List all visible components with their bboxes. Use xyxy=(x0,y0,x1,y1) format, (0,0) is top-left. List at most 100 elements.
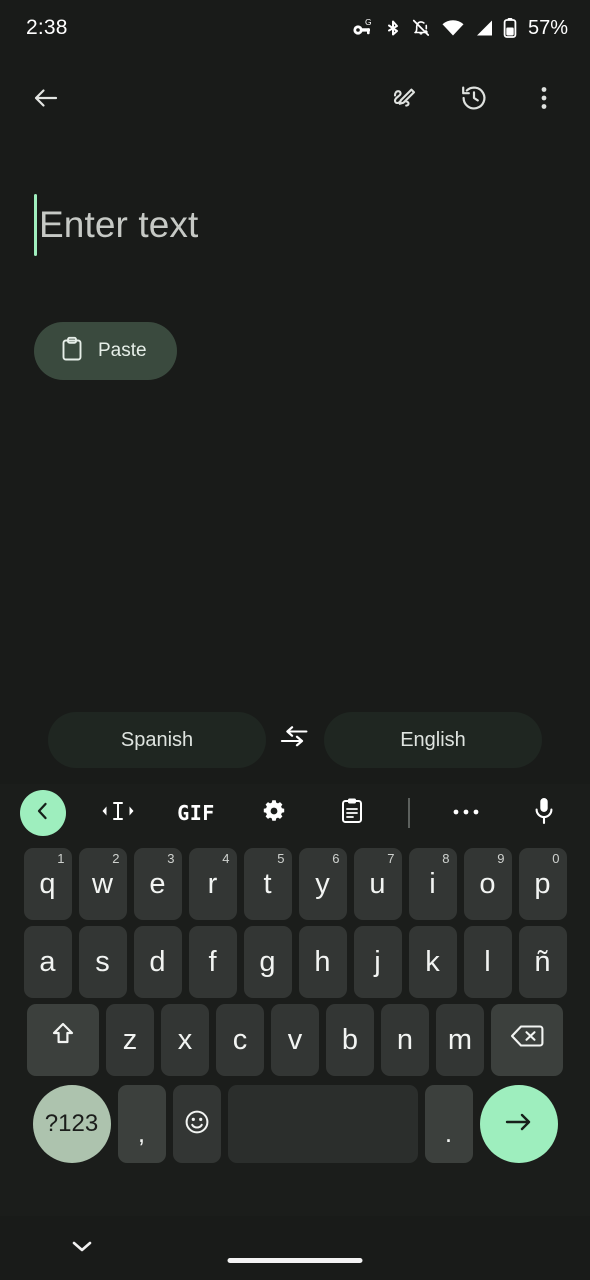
overflow-menu-button[interactable] xyxy=(520,74,568,122)
vpn-key-icon: G xyxy=(352,18,376,38)
home-indicator[interactable] xyxy=(227,1258,363,1263)
clipboard-icon xyxy=(339,797,365,830)
cellular-signal-icon xyxy=(474,18,494,38)
text-input-area[interactable]: Enter text xyxy=(34,190,554,260)
key-r[interactable]: 4r xyxy=(188,848,237,920)
svg-text:G: G xyxy=(365,18,372,27)
key-enye[interactable]: ñ xyxy=(518,926,567,998)
key-i[interactable]: 8i xyxy=(408,848,457,920)
voice-input-button[interactable] xyxy=(518,787,570,839)
text-input-placeholder: Enter text xyxy=(39,204,199,245)
more-tools-button[interactable] xyxy=(440,787,492,839)
keyboard: GIF 1 q 2 w 3 e 4 r 5 t 6 y 7 u 8 i 9 o … xyxy=(0,784,590,1216)
keyboard-row-3: z x c v b n m xyxy=(0,1004,590,1076)
shift-arrow-icon xyxy=(48,1020,78,1060)
key-o[interactable]: 9o xyxy=(463,848,512,920)
symbols-key[interactable]: ?123 xyxy=(32,1085,111,1163)
battery-icon xyxy=(503,17,517,39)
status-bar: 2:38 G 57% xyxy=(0,0,590,56)
text-cursor-icon xyxy=(101,798,135,829)
handwriting-button[interactable] xyxy=(380,74,428,122)
key-label: w xyxy=(92,867,113,900)
key-label: r xyxy=(207,867,218,900)
status-icons: G 57% xyxy=(352,17,568,40)
hide-keyboard-button[interactable] xyxy=(68,1234,96,1262)
shift-key[interactable] xyxy=(27,1004,99,1076)
key-hint: 6 xyxy=(332,851,340,866)
key-x[interactable]: x xyxy=(161,1004,209,1076)
back-button[interactable] xyxy=(22,74,70,122)
key-label: i xyxy=(429,867,436,900)
target-language-button[interactable]: English xyxy=(324,712,542,768)
key-n[interactable]: n xyxy=(381,1004,429,1076)
key-z[interactable]: z xyxy=(106,1004,154,1076)
clipboard-button[interactable] xyxy=(326,787,378,839)
key-h[interactable]: h xyxy=(298,926,347,998)
key-g[interactable]: g xyxy=(243,926,292,998)
backspace-icon xyxy=(510,1023,544,1057)
key-v[interactable]: v xyxy=(271,1004,319,1076)
key-y[interactable]: 6y xyxy=(298,848,347,920)
paste-button-label: Paste xyxy=(98,340,147,361)
keyboard-toolbar: GIF xyxy=(0,784,590,842)
key-label: p xyxy=(534,867,551,900)
comma-key[interactable]: , xyxy=(117,1085,166,1163)
keyboard-row-2: a s d f g h j k l ñ xyxy=(0,926,590,998)
key-e[interactable]: 3e xyxy=(133,848,182,920)
key-w[interactable]: 2w xyxy=(78,848,127,920)
emoji-key[interactable] xyxy=(172,1085,221,1163)
cursor-move-button[interactable] xyxy=(92,787,144,839)
arrow-right-icon xyxy=(502,1108,536,1141)
key-p[interactable]: 0p xyxy=(518,848,567,920)
language-bar: Spanish English xyxy=(0,712,590,768)
key-c[interactable]: c xyxy=(216,1004,264,1076)
handwriting-pen-icon xyxy=(389,83,419,113)
enter-key[interactable] xyxy=(479,1085,558,1163)
backspace-key[interactable] xyxy=(491,1004,563,1076)
more-horizontal-icon xyxy=(452,804,480,822)
phone-screen: 2:38 G 57% Enter text Paste Spanish Engl… xyxy=(0,0,590,1280)
key-label: u xyxy=(369,867,386,900)
key-l[interactable]: l xyxy=(463,926,512,998)
key-label: q xyxy=(39,867,56,900)
key-j[interactable]: j xyxy=(353,926,402,998)
key-k[interactable]: k xyxy=(408,926,457,998)
key-m[interactable]: m xyxy=(436,1004,484,1076)
history-button[interactable] xyxy=(450,74,498,122)
expand-toolbar-button[interactable] xyxy=(20,790,66,836)
key-hint: 0 xyxy=(552,851,560,866)
gear-icon xyxy=(260,797,288,830)
swap-arrows-icon xyxy=(278,724,312,757)
chevron-left-icon xyxy=(32,800,54,827)
chevron-down-icon xyxy=(70,1238,94,1259)
source-language-button[interactable]: Spanish xyxy=(48,712,266,768)
key-hint: 8 xyxy=(442,851,450,866)
paste-button[interactable]: Paste xyxy=(34,322,177,380)
key-s[interactable]: s xyxy=(78,926,127,998)
gif-button[interactable]: GIF xyxy=(170,787,222,839)
key-u[interactable]: 7u xyxy=(353,848,402,920)
key-hint: 9 xyxy=(497,851,505,866)
key-hint: 1 xyxy=(57,851,65,866)
keyboard-row-1: 1q 2w 3e 4r 5t 6y 7u 8i 9o 0p xyxy=(0,848,590,920)
target-language-label: English xyxy=(400,728,466,751)
space-key[interactable] xyxy=(227,1085,418,1163)
key-hint: 5 xyxy=(277,851,285,866)
emoji-smiley-icon xyxy=(183,1108,211,1141)
keyboard-settings-button[interactable] xyxy=(248,787,300,839)
system-nav-bar xyxy=(0,1216,590,1280)
key-a[interactable]: a xyxy=(23,926,72,998)
app-bar xyxy=(0,66,590,130)
key-t[interactable]: 5t xyxy=(243,848,292,920)
key-d[interactable]: d xyxy=(133,926,182,998)
key-b[interactable]: b xyxy=(326,1004,374,1076)
key-hint: 2 xyxy=(112,851,120,866)
source-language-label: Spanish xyxy=(120,728,194,751)
swap-languages-button[interactable] xyxy=(266,712,324,768)
key-q[interactable]: 1q xyxy=(23,848,72,920)
key-hint: 7 xyxy=(387,851,395,866)
notifications-muted-icon xyxy=(410,17,432,39)
key-f[interactable]: f xyxy=(188,926,237,998)
key-hint: 4 xyxy=(222,851,230,866)
period-key[interactable]: . xyxy=(424,1085,473,1163)
